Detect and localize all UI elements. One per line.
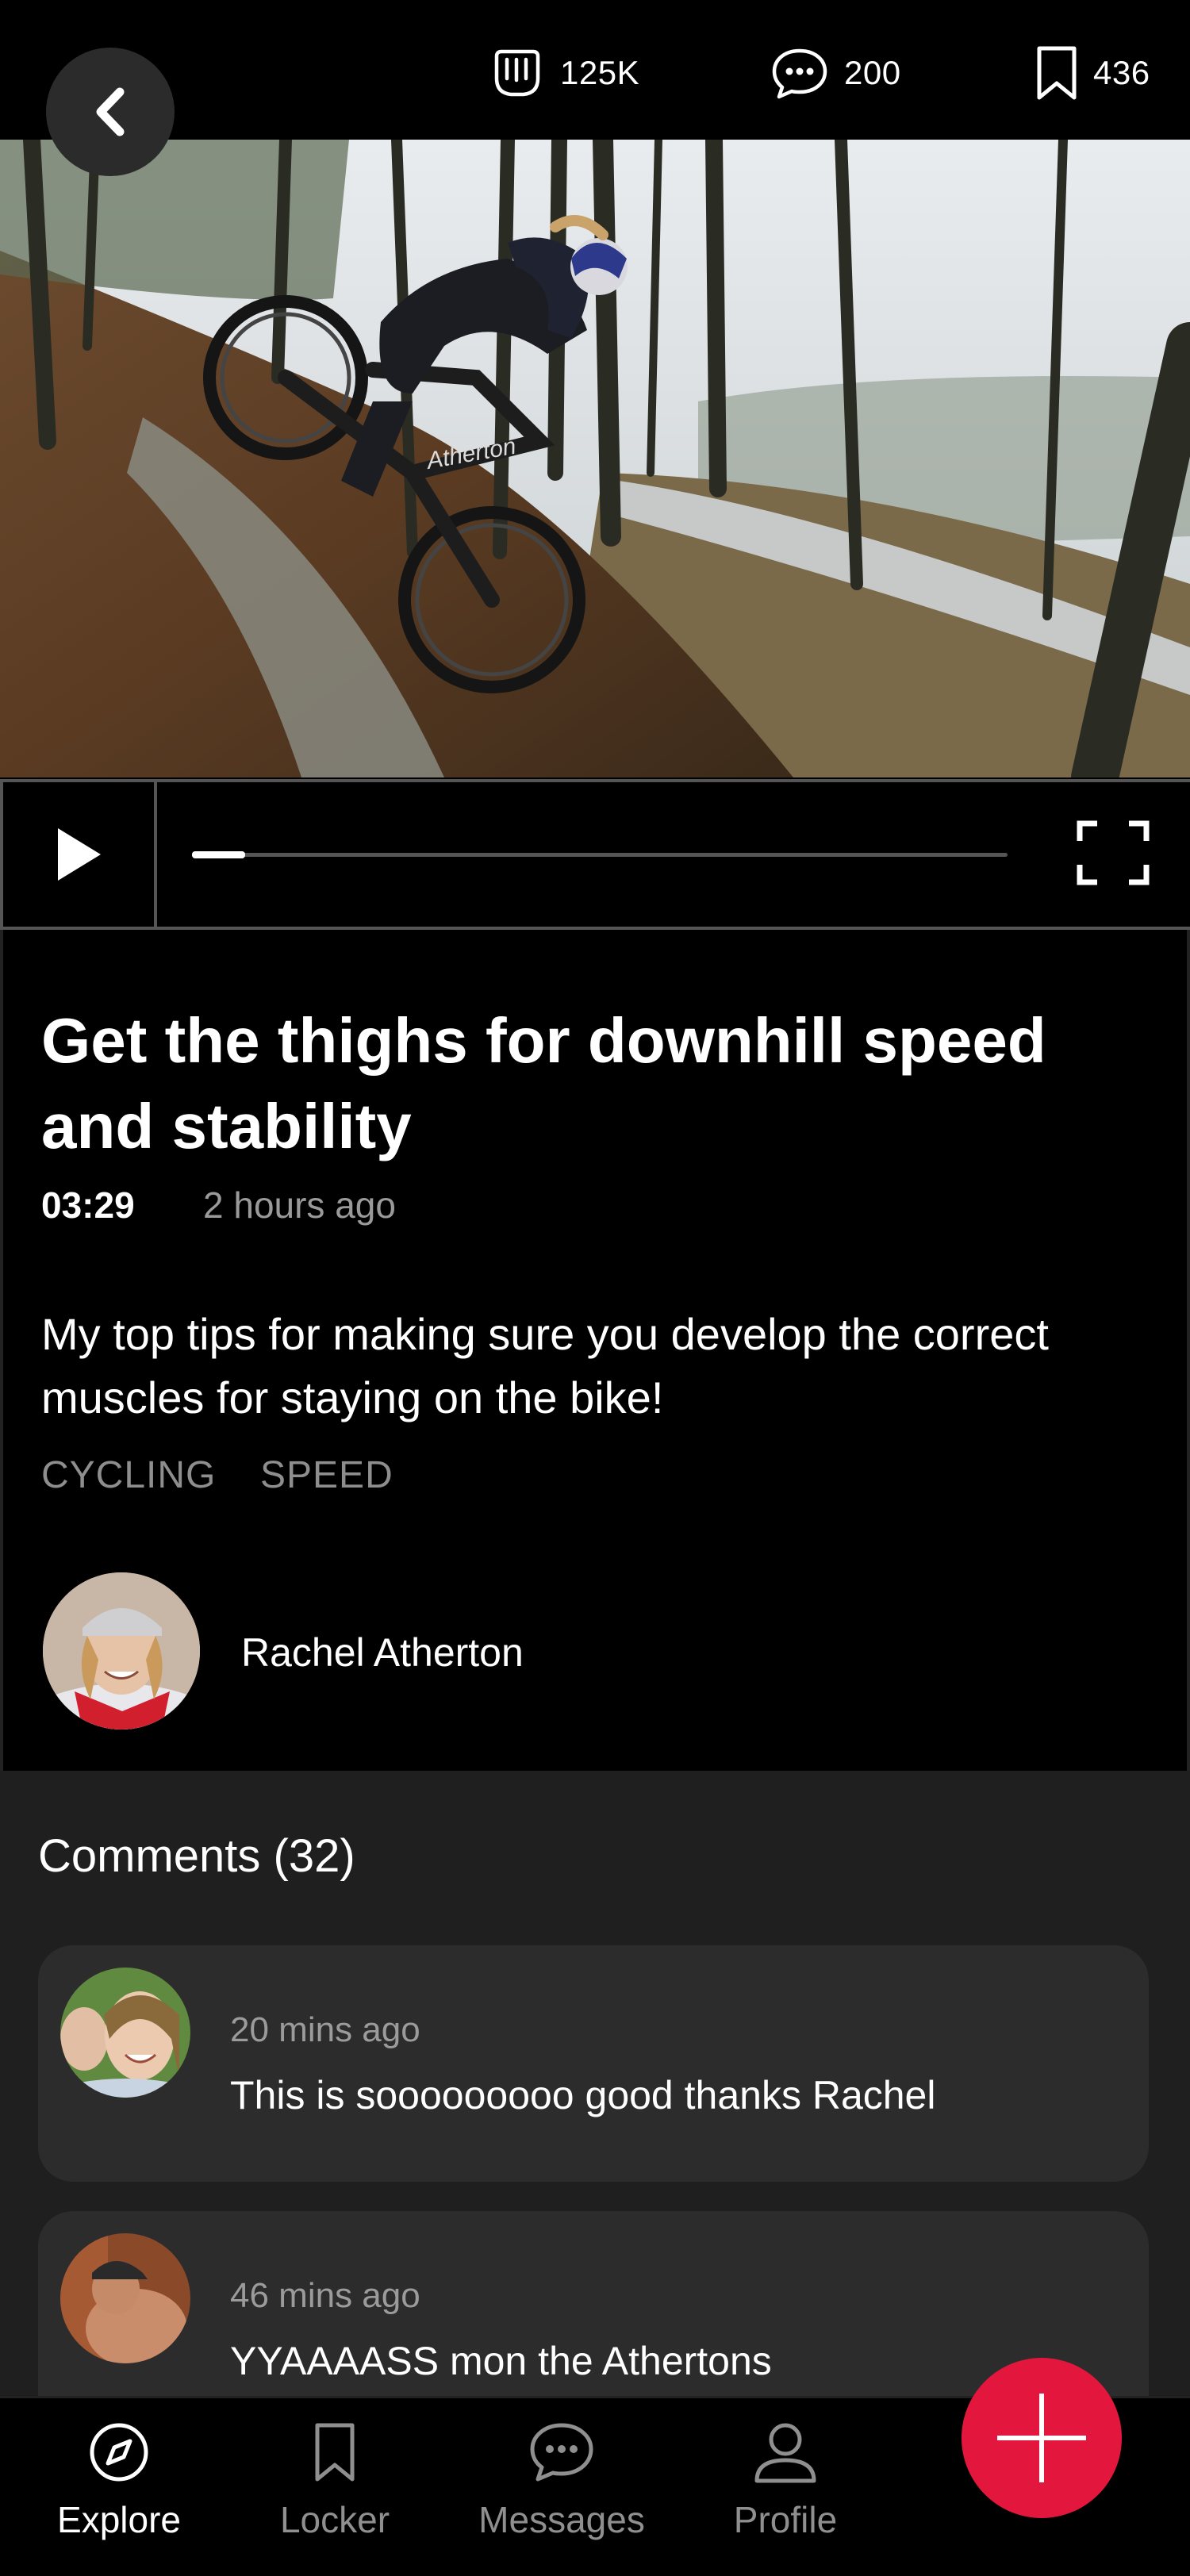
bookmarks-count: 436 — [1093, 54, 1150, 91]
chat-icon — [530, 2423, 593, 2482]
comment-card[interactable]: 20 mins ago This is sooooooooo good than… — [38, 1945, 1149, 2182]
comment-card[interactable]: 46 mins ago YYAAAASS mon the Athertons — [38, 2211, 1149, 2396]
nav-locker[interactable]: Locker — [255, 2421, 414, 2541]
tag-cycling[interactable]: CYCLING — [41, 1453, 216, 1497]
commenter-avatar[interactable] — [60, 2233, 190, 2363]
nav-messages[interactable]: Messages — [478, 2421, 645, 2541]
nav-label: Profile — [733, 2499, 838, 2540]
commenter-photo — [60, 1968, 190, 2098]
nav-label: Locker — [279, 2499, 390, 2540]
bookmarks-stat[interactable]: 436 — [1035, 43, 1150, 103]
play-button[interactable] — [0, 782, 157, 927]
video-info: Get the thighs for downhill speed and st… — [0, 930, 1190, 1771]
chevron-left-icon — [96, 87, 125, 136]
tag-speed[interactable]: SPEED — [260, 1453, 393, 1497]
video-title: Get the thighs for downhill speed and st… — [41, 1005, 1046, 1161]
comments-stat[interactable]: 200 — [770, 43, 901, 103]
plus-icon — [997, 2394, 1086, 2482]
compass-icon — [90, 2423, 148, 2482]
back-button[interactable] — [46, 48, 175, 176]
author-avatar[interactable] — [43, 1572, 200, 1729]
likes-stat[interactable]: 125K — [489, 43, 639, 103]
person-icon — [754, 2423, 816, 2483]
commenter-avatar[interactable] — [60, 1968, 190, 2098]
nav-label: Messages — [478, 2499, 645, 2540]
video-description: My top tips for making sure you develop … — [41, 1309, 1049, 1422]
commenter-photo — [60, 2233, 190, 2363]
nav-explore[interactable]: Explore — [40, 2421, 198, 2541]
bookmark-icon — [1037, 46, 1077, 100]
progress-fill — [192, 851, 245, 858]
comments-heading: Comments (32) — [38, 1830, 355, 1882]
hero-image: Atherton — [0, 140, 1190, 777]
nav-label: Explore — [57, 2499, 181, 2540]
comments-count: 200 — [844, 54, 901, 91]
comment-time: 46 mins ago — [230, 2276, 420, 2315]
posted-time: 2 hours ago — [203, 1184, 396, 1226]
comment-text: This is sooooooooo good thanks Rachel — [230, 2073, 936, 2117]
add-button[interactable] — [962, 2358, 1122, 2518]
author-name[interactable]: Rachel Atherton — [241, 1630, 524, 1676]
video-thumbnail[interactable]: Atherton — [0, 140, 1190, 777]
comment-text: YYAAAASS mon the Athertons — [230, 2339, 772, 2383]
nav-profile[interactable]: Profile — [706, 2421, 865, 2541]
comments-section: Comments (32) 20 mins ago This is sooooo… — [0, 1771, 1190, 2396]
author-photo — [43, 1572, 200, 1729]
fist-bump-icon — [494, 49, 540, 97]
video-player-controls — [0, 779, 1190, 930]
bookmark-icon — [315, 2423, 355, 2482]
fullscreen-icon — [1077, 820, 1150, 885]
top-bar: 125K 200 436 — [0, 0, 1190, 140]
fullscreen-button[interactable] — [1069, 809, 1157, 896]
likes-count: 125K — [560, 54, 640, 91]
progress-track[interactable] — [192, 851, 1008, 858]
comment-time: 20 mins ago — [230, 2010, 420, 2049]
video-duration: 03:29 — [41, 1184, 135, 1226]
play-icon — [58, 828, 101, 881]
comment-bubble-icon — [772, 48, 827, 99]
